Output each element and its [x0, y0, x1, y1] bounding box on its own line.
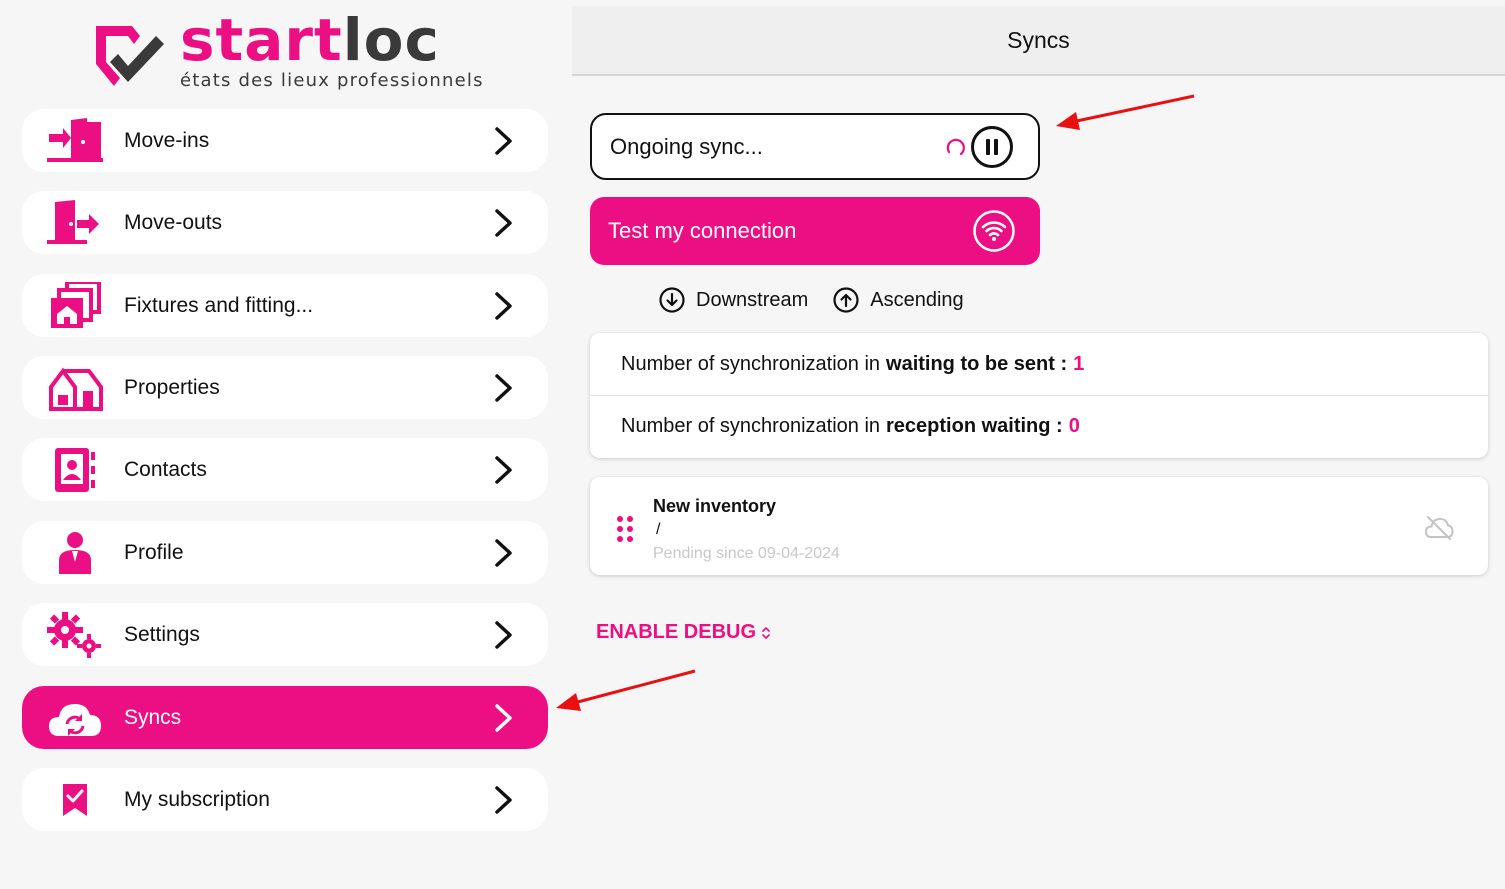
stat-reception-waiting: Number of synchronization in reception w…: [590, 395, 1488, 457]
brand-name: startloc: [180, 6, 440, 74]
sidebar-item-fixtures[interactable]: Fixtures and fitting...: [22, 274, 548, 337]
header-bar: Syncs: [572, 6, 1505, 76]
sidebar-item-label: Move-ins: [124, 128, 210, 152]
arrow-up-circle-icon: [833, 287, 859, 313]
drag-handle-icon[interactable]: [616, 515, 634, 543]
bookmark-check-icon: [38, 775, 112, 825]
chevron-right-icon: [484, 286, 524, 326]
sync-status-box: Ongoing sync...: [590, 113, 1040, 180]
legend-ascending: Ascending: [832, 286, 964, 314]
enable-debug-label: ENABLE DEBUG: [596, 621, 757, 643]
pending-item-subtitle: /: [656, 521, 661, 538]
chevron-right-icon: [484, 533, 524, 573]
logo-mark-icon: [96, 26, 164, 86]
chevron-right-icon: [484, 698, 524, 738]
sidebar: startloc états des lieux professionnels …: [0, 0, 572, 889]
annotation-arrow-syncs-menu: [556, 669, 696, 711]
contact-book-icon: [38, 445, 112, 495]
legend-downstream: Downstream: [658, 286, 808, 314]
arrow-down-circle-icon: [659, 287, 685, 313]
stat-waiting-to-send: Number of synchronization in waiting to …: [590, 333, 1488, 395]
stat-value: 0: [1068, 415, 1080, 437]
sidebar-item-label: Move-outs: [124, 210, 223, 234]
sync-stats-card: Number of synchronization in waiting to …: [590, 333, 1488, 458]
sync-status-text: Ongoing sync...: [610, 133, 763, 159]
stat-prefix: Number of synchronization in: [621, 415, 881, 437]
sidebar-item-properties[interactable]: Properties: [22, 356, 548, 419]
pending-item-date: Pending since 09-04-2024: [653, 545, 840, 562]
stat-prefix: Number of synchronization in: [621, 352, 881, 375]
sidebar-item-my-subscription[interactable]: My subscription: [22, 768, 548, 831]
page-title: Syncs: [1007, 26, 1070, 53]
move-out-door-icon: [38, 198, 112, 248]
enable-debug-button[interactable]: ENABLE DEBUG: [596, 621, 771, 644]
test-connection-button[interactable]: Test my connection: [590, 197, 1040, 265]
sidebar-item-profile[interactable]: Profile: [22, 521, 548, 584]
stat-value: 1: [1073, 352, 1085, 375]
wifi-icon: [973, 210, 1015, 252]
house-icon: [38, 363, 112, 413]
sidebar-item-label: Syncs: [124, 705, 182, 729]
sidebar-item-move-ins[interactable]: Move-ins: [22, 109, 548, 172]
sidebar-item-label: Properties: [124, 375, 220, 399]
stat-bold-label: reception waiting :: [886, 415, 1063, 437]
test-connection-label: Test my connection: [608, 218, 797, 243]
pause-icon[interactable]: [970, 125, 1014, 169]
loading-spinner-icon: [946, 138, 965, 155]
fixtures-stack-icon: [38, 281, 112, 331]
legend-downstream-label: Downstream: [696, 288, 809, 311]
brand-tagline: états des lieux professionnels: [180, 70, 484, 91]
chevron-right-icon: [484, 121, 524, 161]
chevron-right-icon: [484, 780, 524, 820]
sort-arrows-icon: [762, 626, 770, 639]
sidebar-item-label: Fixtures and fitting...: [124, 293, 314, 317]
main-panel: Syncs Ongoing sync... Test my connection: [572, 0, 1505, 889]
cloud-sync-icon: [38, 693, 112, 743]
sidebar-item-label: Contacts: [124, 457, 207, 481]
legend-ascending-label: Ascending: [870, 288, 964, 311]
sidebar-item-syncs[interactable]: Syncs: [22, 686, 548, 749]
sidebar-item-contacts[interactable]: Contacts: [22, 438, 548, 501]
startloc-logo: startloc états des lieux professionnels: [88, 6, 488, 94]
chevron-right-icon: [484, 203, 524, 243]
sidebar-item-move-outs[interactable]: Move-outs: [22, 191, 548, 254]
sync-direction-legend: Downstream Ascending: [658, 284, 988, 316]
gears-icon: [38, 610, 112, 660]
sidebar-item-label: Profile: [124, 540, 184, 564]
move-in-door-icon: [38, 116, 112, 166]
person-icon: [38, 528, 112, 578]
sidebar-item-settings[interactable]: Settings: [22, 603, 548, 666]
chevron-right-icon: [484, 368, 524, 408]
sidebar-item-label: Settings: [124, 622, 200, 646]
pending-item-title: New inventory: [653, 496, 777, 516]
chevron-right-icon: [484, 615, 524, 655]
pending-sync-item[interactable]: New inventory / Pending since 09-04-2024: [590, 477, 1488, 575]
annotation-arrow-sync-status: [1056, 94, 1195, 130]
sidebar-item-label: My subscription: [124, 787, 270, 811]
stat-bold-label: waiting to be sent :: [886, 352, 1068, 375]
chevron-right-icon: [484, 450, 524, 490]
cloud-off-icon: [1424, 516, 1454, 540]
